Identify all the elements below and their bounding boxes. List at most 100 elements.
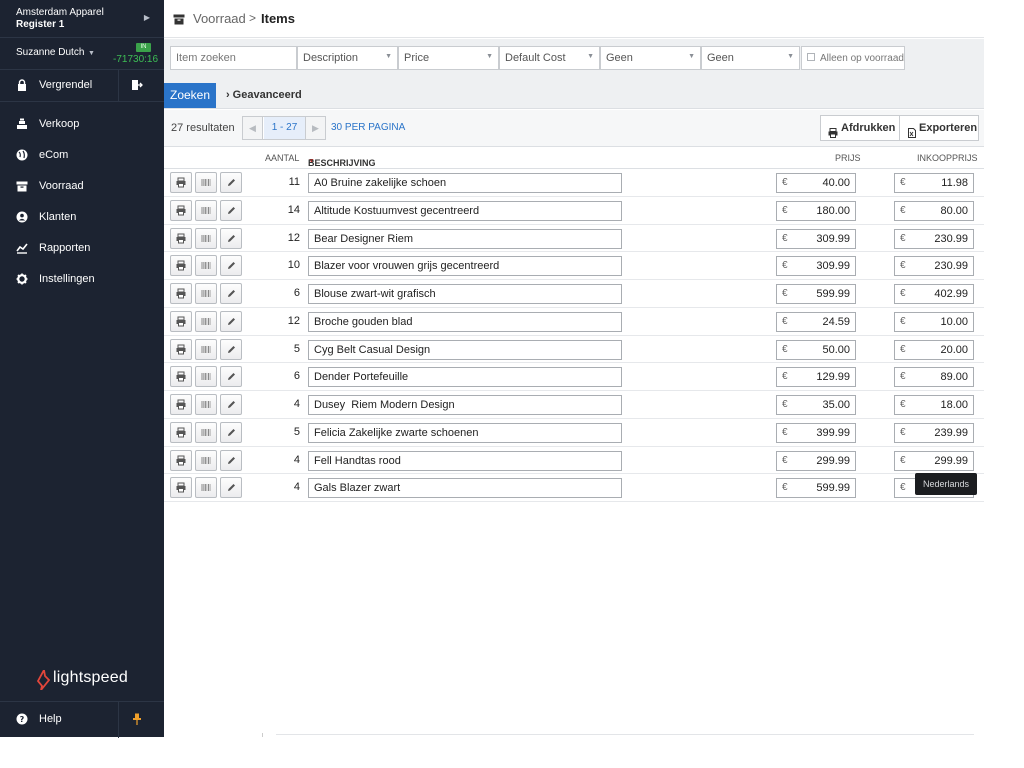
barcode-button[interactable] xyxy=(195,199,217,221)
column-header-price[interactable]: PRIJS xyxy=(835,153,861,163)
description-input[interactable]: Cyg Belt Casual Design xyxy=(308,339,622,360)
print-label-button[interactable] xyxy=(170,283,192,304)
edit-button[interactable] xyxy=(220,310,242,332)
breadcrumb-parent-link[interactable]: Voorraad xyxy=(193,11,246,26)
barcode-button[interactable] xyxy=(195,338,217,360)
export-button[interactable]: Exporteren xyxy=(899,115,979,141)
sidebar-item-rapporten[interactable]: Rapporten xyxy=(0,236,164,267)
cost-input[interactable]: €299.99 xyxy=(894,450,974,471)
cost-input[interactable]: €10.00 xyxy=(894,311,974,332)
print-button[interactable]: Afdrukken xyxy=(820,115,900,141)
sidebar-item-ecom[interactable]: eCom xyxy=(0,143,164,174)
column-header-cost[interactable]: INKOOPPRIJS xyxy=(917,153,978,163)
page-range[interactable]: 1 - 27 xyxy=(264,117,305,139)
print-label-button[interactable] xyxy=(170,172,192,193)
logout-icon[interactable] xyxy=(131,79,143,91)
item-search-input[interactable]: Item zoeken xyxy=(170,46,297,70)
edit-button[interactable] xyxy=(220,199,242,221)
cost-input[interactable]: €230.99 xyxy=(894,228,974,249)
sidebar-item-klanten[interactable]: Klanten xyxy=(0,205,164,236)
cost-input[interactable]: €20.00 xyxy=(894,339,974,360)
edit-button[interactable] xyxy=(220,366,242,388)
description-input[interactable]: Bear Designer Riem xyxy=(308,228,622,249)
edit-button[interactable] xyxy=(220,394,242,415)
edit-button[interactable] xyxy=(220,477,242,499)
lock-button[interactable]: Vergrendel xyxy=(39,79,92,91)
cost-input[interactable]: €11.98 xyxy=(894,173,974,193)
cost-select[interactable]: Default Cost ▼ xyxy=(499,46,600,70)
print-label-button[interactable] xyxy=(170,421,192,443)
print-label-button[interactable] xyxy=(170,366,192,388)
price-input[interactable]: €24.59 xyxy=(776,311,856,332)
search-button[interactable]: Zoeken xyxy=(164,83,216,108)
description-input[interactable]: Dusey Riem Modern Design xyxy=(308,395,622,415)
price-input[interactable]: €399.99 xyxy=(776,422,856,443)
print-label-button[interactable] xyxy=(170,310,192,332)
barcode-button[interactable] xyxy=(195,310,217,332)
price-input[interactable]: €599.99 xyxy=(776,478,856,499)
advanced-search-toggle[interactable]: › Geavanceerd xyxy=(226,89,302,101)
help-button[interactable]: Help xyxy=(39,713,62,725)
description-input[interactable]: Blazer voor vrouwen grijs gecentreerd xyxy=(308,256,622,277)
barcode-button[interactable] xyxy=(195,255,217,277)
sidebar-item-verkoop[interactable]: Verkoop xyxy=(0,112,164,143)
print-label-button[interactable] xyxy=(170,449,192,471)
search-field-select[interactable]: Description ▼ xyxy=(297,46,398,70)
sidebar-item-voorraad[interactable]: Voorraad xyxy=(0,174,164,205)
barcode-button[interactable] xyxy=(195,449,217,471)
description-input[interactable]: Dender Portefeuille xyxy=(308,367,622,388)
price-input[interactable]: €599.99 xyxy=(776,284,856,304)
barcode-button[interactable] xyxy=(195,477,217,499)
cost-input[interactable]: €80.00 xyxy=(894,200,974,221)
in-stock-checkbox[interactable]: Alleen op voorraad xyxy=(801,46,905,70)
print-label-button[interactable] xyxy=(170,199,192,221)
cost-input[interactable]: €18.00 xyxy=(894,395,974,415)
edit-button[interactable] xyxy=(220,338,242,360)
edit-button[interactable] xyxy=(220,255,242,277)
store-selector[interactable]: Amsterdam Apparel Register 1 ▶ xyxy=(0,0,164,38)
price-input[interactable]: €180.00 xyxy=(776,200,856,221)
sidebar-item-instellingen[interactable]: Instellingen xyxy=(0,267,164,298)
per-page-link[interactable]: 30 PER PAGINA xyxy=(331,122,405,133)
column-header-qty[interactable]: AANTAL xyxy=(265,153,299,163)
checkbox-box[interactable] xyxy=(807,53,815,61)
description-input[interactable]: Fell Handtas rood xyxy=(308,450,622,471)
price-input[interactable]: €35.00 xyxy=(776,395,856,415)
print-label-button[interactable] xyxy=(170,338,192,360)
description-input[interactable]: Blouse zwart-wit grafisch xyxy=(308,284,622,304)
barcode-button[interactable] xyxy=(195,421,217,443)
edit-button[interactable] xyxy=(220,227,242,249)
cost-input[interactable]: €89.00 xyxy=(894,367,974,388)
barcode-button[interactable] xyxy=(195,283,217,304)
description-input[interactable]: Altitude Kostuumvest gecentreerd xyxy=(308,200,622,221)
edit-button[interactable] xyxy=(220,449,242,471)
barcode-button[interactable] xyxy=(195,366,217,388)
prev-page-button[interactable]: ◀ xyxy=(243,117,263,139)
price-input[interactable]: €129.99 xyxy=(776,367,856,388)
edit-button[interactable] xyxy=(220,283,242,304)
price-input[interactable]: €299.99 xyxy=(776,450,856,471)
cost-input[interactable]: €239.99 xyxy=(894,422,974,443)
category-select[interactable]: Geen ▼ xyxy=(600,46,701,70)
price-input[interactable]: €50.00 xyxy=(776,339,856,360)
price-select[interactable]: Price ▼ xyxy=(398,46,499,70)
print-label-button[interactable] xyxy=(170,227,192,249)
barcode-button[interactable] xyxy=(195,227,217,249)
description-input[interactable]: Gals Blazer zwart xyxy=(308,478,622,499)
pin-icon[interactable] xyxy=(132,713,142,725)
price-input[interactable]: €40.00 xyxy=(776,173,856,193)
description-input[interactable]: Broche gouden blad xyxy=(308,311,622,332)
edit-button[interactable] xyxy=(220,172,242,193)
description-input[interactable]: Felicia Zakelijke zwarte schoenen xyxy=(308,422,622,443)
print-label-button[interactable] xyxy=(170,477,192,499)
tag-select[interactable]: Geen ▼ xyxy=(701,46,800,70)
user-menu[interactable]: Suzanne Dutch ▼ IN -71730:16 xyxy=(0,38,164,70)
price-input[interactable]: €309.99 xyxy=(776,256,856,277)
cost-input[interactable]: €402.99 xyxy=(894,284,974,304)
edit-button[interactable] xyxy=(220,421,242,443)
price-input[interactable]: €309.99 xyxy=(776,228,856,249)
barcode-button[interactable] xyxy=(195,394,217,415)
print-label-button[interactable] xyxy=(170,255,192,277)
description-input[interactable]: A0 Bruine zakelijke schoen xyxy=(308,173,622,193)
print-label-button[interactable] xyxy=(170,394,192,415)
